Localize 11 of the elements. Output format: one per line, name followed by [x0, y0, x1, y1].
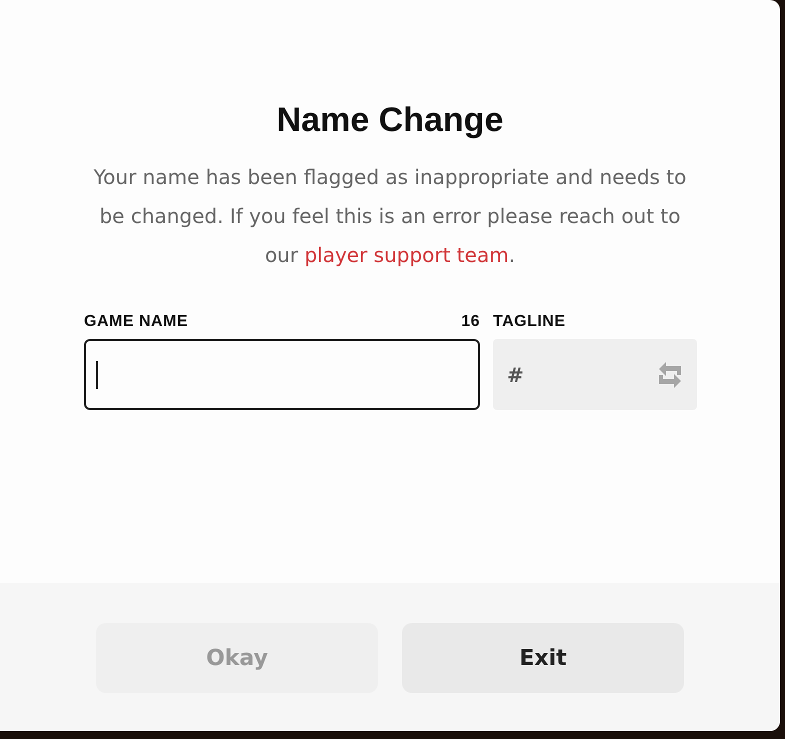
- dialog-message: Your name has been flagged as inappropriate and needs to be changed. If you feel this is an error please reach out to our player support team.: [92, 164, 688, 269]
- field-label: GAME NAME: [84, 313, 188, 332]
- text-caret: [96, 360, 98, 388]
- support-link[interactable]: player support team: [304, 243, 509, 267]
- exit-button[interactable]: Exit: [402, 623, 684, 693]
- tagline-field[interactable]: #: [493, 339, 697, 410]
- character-counter: 16: [461, 313, 480, 332]
- field-label: TAGLINE: [493, 313, 566, 332]
- dialog-title: Name Change: [276, 100, 504, 140]
- game-name-field[interactable]: [84, 339, 480, 410]
- tag-prefix: #: [507, 362, 524, 386]
